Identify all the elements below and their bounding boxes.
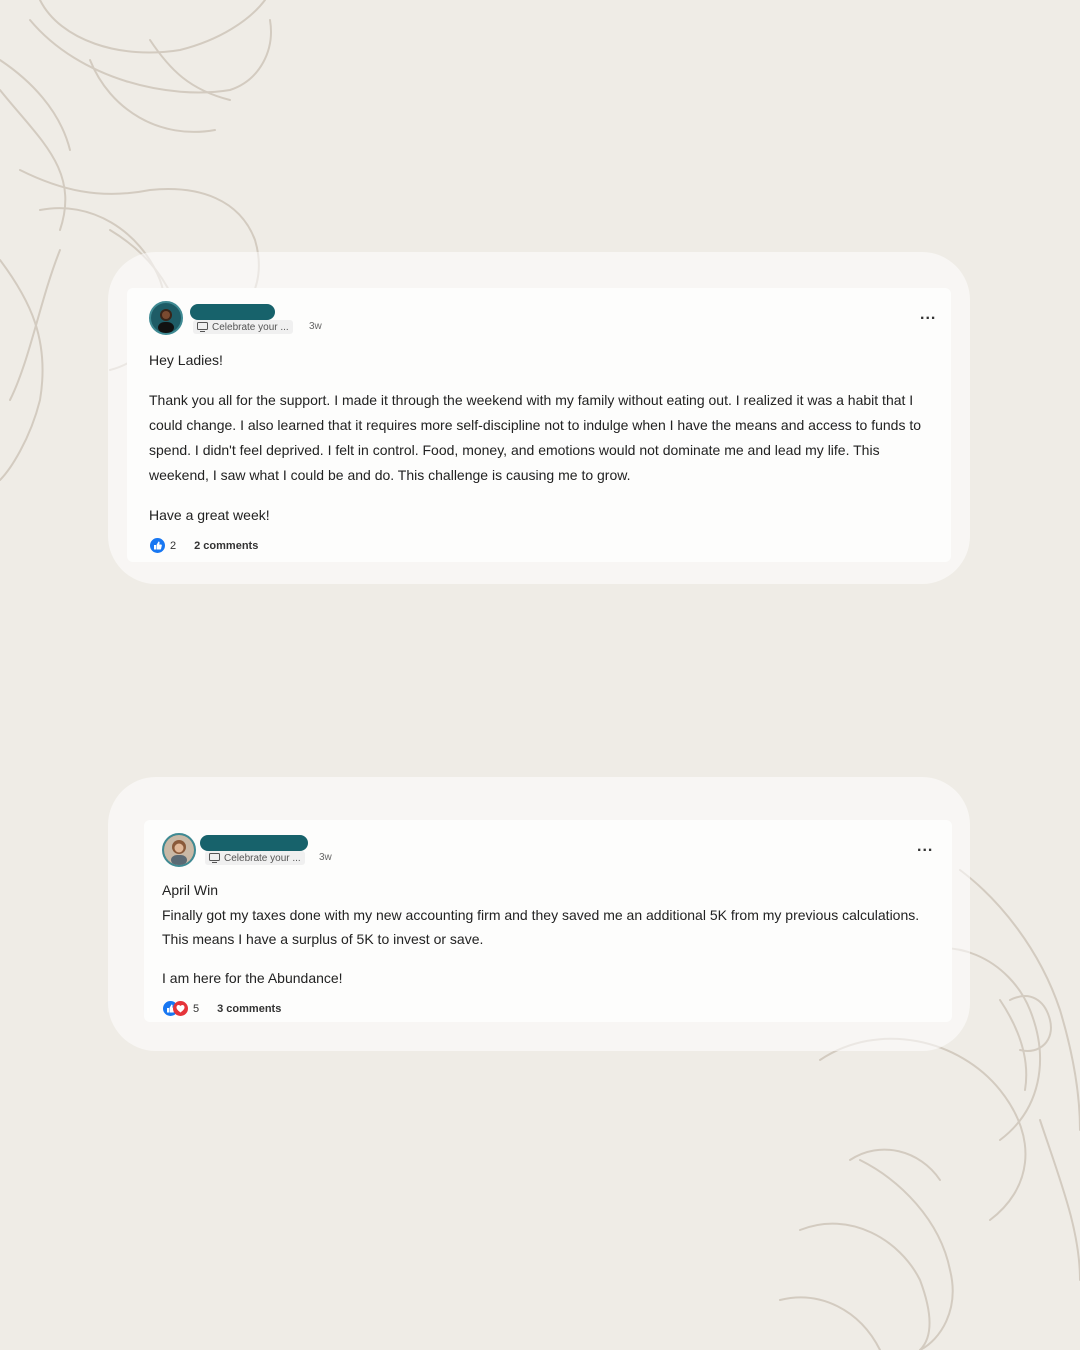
post-time[interactable]: 3w — [309, 321, 322, 332]
author-avatar[interactable] — [162, 833, 196, 867]
like-icon[interactable] — [150, 538, 165, 553]
author-name-redacted[interactable] — [200, 835, 308, 851]
post-body: Thank you all for the support. I made it… — [149, 392, 922, 483]
post-time[interactable]: 3w — [319, 852, 332, 863]
comments-link[interactable]: 3 comments — [217, 1003, 281, 1015]
category-label: Celebrate your ... — [224, 852, 301, 864]
love-icon[interactable] — [173, 1001, 188, 1016]
post-signoff: Have a great week! — [149, 507, 270, 523]
post-signoff: I am here for the Abundance! — [162, 970, 343, 986]
post-body: Finally got my taxes done with my new ac… — [162, 907, 920, 947]
post-greeting: Hey Ladies! — [149, 352, 223, 368]
monitor-icon — [209, 853, 220, 863]
more-options-button[interactable]: ... — [920, 307, 936, 323]
author-name-redacted[interactable] — [190, 304, 275, 320]
reaction-count[interactable]: 5 — [193, 1003, 199, 1015]
author-avatar[interactable] — [149, 301, 183, 335]
reactions-bar: 5 3 comments — [163, 1001, 281, 1016]
comments-link[interactable]: 2 comments — [194, 540, 258, 552]
category-chip[interactable]: Celebrate your ... — [205, 851, 305, 865]
more-options-button[interactable]: ... — [917, 839, 933, 855]
category-label: Celebrate your ... — [212, 321, 289, 333]
reactions-bar: 2 2 comments — [150, 538, 258, 553]
reaction-count[interactable]: 2 — [170, 540, 176, 552]
monitor-icon — [197, 322, 208, 332]
post-title: April Win — [162, 882, 219, 898]
floral-background — [0, 0, 1080, 1350]
category-chip[interactable]: Celebrate your ... — [193, 320, 293, 334]
